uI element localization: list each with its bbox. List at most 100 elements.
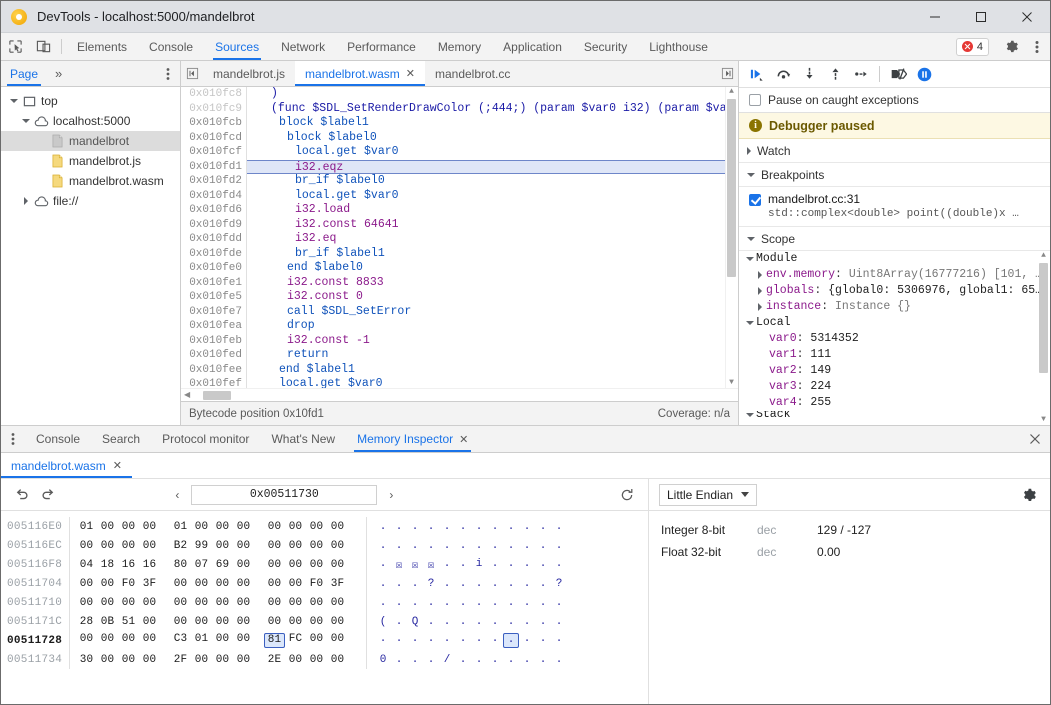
ascii-cell[interactable]: . (423, 540, 439, 552)
ascii-cell[interactable]: . (551, 654, 567, 666)
navigator-tab-page[interactable]: Page (1, 61, 47, 86)
ascii-cell[interactable]: . (407, 633, 423, 648)
ascii-cell[interactable]: . (471, 633, 487, 648)
ascii-cells[interactable]: . ☒ ☒ ☒ . . i . . . . . (375, 558, 567, 572)
hex-byte[interactable]: B2 (170, 540, 191, 552)
ascii-cell[interactable]: . (455, 597, 471, 609)
chevron-right-icon[interactable] (747, 147, 751, 155)
ascii-cell[interactable]: . (439, 540, 455, 552)
hex-byte[interactable]: 80 (170, 559, 191, 571)
ascii-cell[interactable]: . (471, 654, 487, 666)
hex-byte[interactable]: 00 (233, 616, 254, 628)
hex-byte[interactable]: 00 (233, 521, 254, 533)
deactivate-breakpoints-icon[interactable] (886, 62, 910, 86)
pause-on-exceptions-icon[interactable] (912, 62, 936, 86)
navigator-more-tabs-icon[interactable]: » (47, 61, 70, 86)
ascii-cell[interactable]: . (407, 540, 423, 552)
hex-bytes[interactable]: 01 00 00 00 01 00 00 00 (76, 521, 358, 533)
scrollbar-thumb[interactable] (203, 391, 231, 400)
ascii-cell[interactable]: . (391, 633, 407, 648)
pause-on-caught-checkbox[interactable] (749, 94, 761, 106)
hex-rows[interactable]: 005116E0 01 00 00 00 01 00 (1, 511, 648, 704)
scope-row-var2[interactable]: var2 : 149 (739, 363, 1050, 379)
hex-byte[interactable]: 07 (191, 559, 212, 571)
endianness-select[interactable]: Little Endian (659, 484, 757, 506)
hex-byte-selected[interactable]: 81 (264, 633, 285, 648)
hex-byte[interactable]: 00 (212, 633, 233, 648)
scope-row-var0[interactable]: var0 : 5314352 (739, 331, 1050, 347)
ascii-cell[interactable]: . (391, 597, 407, 609)
ascii-cell[interactable]: . (535, 633, 551, 648)
ascii-cells[interactable]: . . . . . . . . . . . . (375, 633, 567, 648)
hex-byte[interactable]: 00 (97, 654, 118, 666)
maximize-icon[interactable] (958, 1, 1004, 33)
hex-byte[interactable]: 00 (264, 578, 285, 590)
next-tab-icon[interactable] (716, 61, 738, 86)
tree-item-mandelbrot-js[interactable]: mandelbrot.js (1, 151, 180, 171)
hex-byte[interactable]: 01 (191, 633, 212, 648)
hex-byte[interactable]: 00 (306, 559, 327, 571)
ascii-cell[interactable]: 0 (375, 654, 391, 666)
ascii-cell[interactable]: . (551, 597, 567, 609)
tree-item-mandelbrot[interactable]: mandelbrot (1, 131, 180, 151)
hex-byte[interactable]: 00 (306, 597, 327, 609)
ascii-cell[interactable]: . (391, 654, 407, 666)
chevron-right-icon[interactable] (19, 197, 33, 205)
ascii-cell[interactable]: . (455, 578, 471, 590)
ascii-cell[interactable]: . (487, 633, 503, 648)
close-drawer-icon[interactable] (1020, 426, 1050, 452)
hex-byte[interactable]: 00 (118, 654, 139, 666)
error-count-badge[interactable]: 4 (956, 38, 989, 56)
ascii-cell[interactable]: ? (423, 578, 439, 590)
hex-byte[interactable]: 00 (139, 633, 160, 648)
debugger-vertical-scrollbar[interactable]: ▲ ▼ (1037, 251, 1050, 425)
hex-byte[interactable]: 00 (327, 521, 348, 533)
hex-byte[interactable]: 00 (327, 597, 348, 609)
scope-row-env-memory[interactable]: env.memory : Uint8Array(16777216) [101, … (739, 267, 1050, 283)
tab-application[interactable]: Application (492, 33, 573, 60)
hex-byte[interactable]: 00 (264, 540, 285, 552)
ascii-cell[interactable]: . (455, 616, 471, 628)
inspect-element-icon[interactable] (1, 33, 29, 60)
breakpoint-checkbox[interactable] (749, 194, 761, 206)
scroll-up-icon[interactable]: ▲ (727, 87, 736, 97)
hex-byte[interactable]: 00 (118, 540, 139, 552)
hex-byte[interactable]: 00 (327, 633, 348, 648)
scroll-down-icon[interactable]: ▼ (1039, 415, 1048, 425)
breakpoint-item[interactable]: mandelbrot.cc:31 std::complex<double> po… (739, 187, 1050, 227)
ascii-cell[interactable]: . (375, 521, 391, 533)
hex-bytes[interactable]: 28 0B 51 00 00 00 00 00 (76, 616, 358, 628)
tab-network[interactable]: Network (270, 33, 336, 60)
ascii-cell[interactable]: ☒ (391, 558, 407, 572)
scope-row-var3[interactable]: var3 : 224 (739, 379, 1050, 395)
ascii-cell[interactable]: . (487, 616, 503, 628)
hex-byte[interactable]: FC (285, 633, 306, 648)
hex-byte[interactable]: 2F (170, 654, 191, 666)
chevron-down-icon[interactable] (743, 413, 756, 417)
hex-byte[interactable]: 00 (285, 597, 306, 609)
tree-item-file-protocol[interactable]: file:// (1, 191, 180, 211)
hex-byte[interactable]: 01 (170, 521, 191, 533)
ascii-cell[interactable]: . (423, 654, 439, 666)
ascii-cell[interactable]: ☒ (423, 558, 439, 572)
resume-script-icon[interactable] (745, 62, 769, 86)
editor-tab-mandelbrot-js[interactable]: mandelbrot.js (203, 61, 295, 86)
ascii-cell[interactable]: . (439, 578, 455, 590)
hex-byte[interactable]: 18 (97, 559, 118, 571)
close-icon[interactable]: ✕ (406, 67, 415, 80)
ascii-cells[interactable]: . . . . . . . . . . . . (375, 521, 567, 533)
hex-bytes[interactable]: 00 00 00 00 B2 99 00 00 (76, 540, 358, 552)
step-over-icon[interactable] (771, 62, 795, 86)
hex-byte[interactable]: 00 (212, 616, 233, 628)
address-input[interactable]: 0x00511730 (191, 485, 377, 505)
ascii-cell[interactable]: ☒ (407, 558, 423, 572)
ascii-cell[interactable]: . (503, 616, 519, 628)
hex-byte[interactable]: 00 (233, 633, 254, 648)
hex-bytes[interactable]: 30 00 00 00 2F 00 00 00 (76, 654, 358, 666)
ascii-cells[interactable]: . . . . . . . . . . . . (375, 540, 567, 552)
hex-byte[interactable]: C3 (170, 633, 191, 648)
scroll-up-icon[interactable]: ▲ (1039, 251, 1048, 261)
ascii-cell[interactable]: . (519, 597, 535, 609)
hex-byte[interactable]: 00 (212, 654, 233, 666)
drawer-tab-search[interactable]: Search (91, 426, 151, 452)
